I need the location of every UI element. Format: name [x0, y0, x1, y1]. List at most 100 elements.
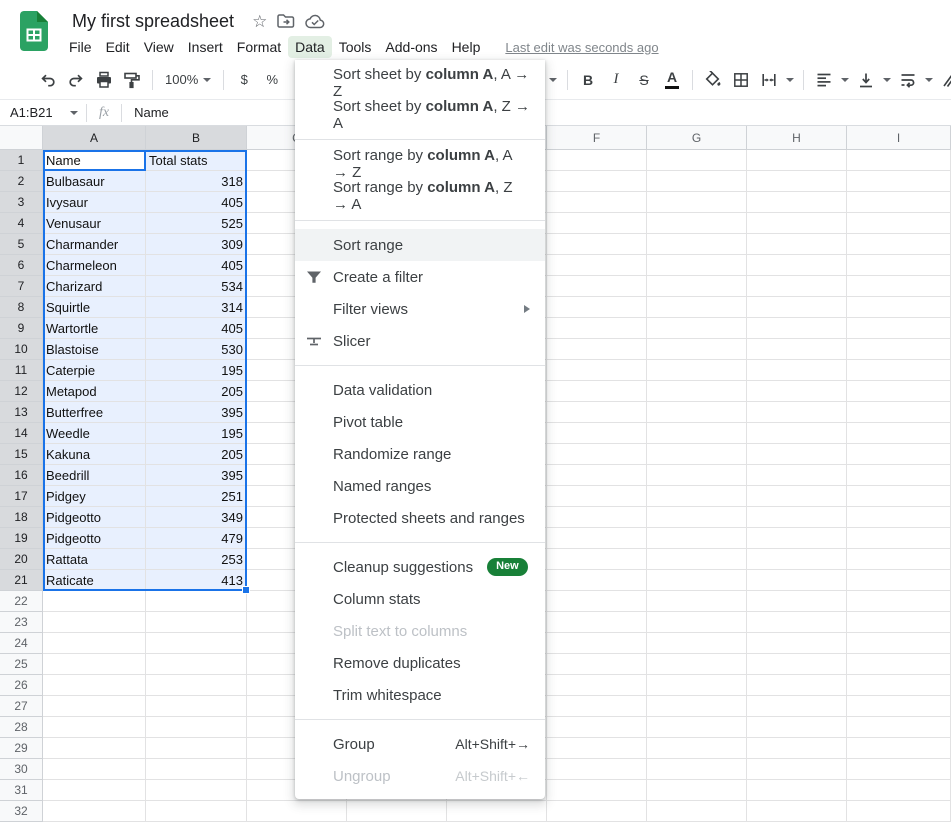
cell-f13[interactable] — [547, 402, 647, 423]
row-header-22[interactable]: 22 — [0, 591, 43, 612]
cell-h32[interactable] — [747, 801, 847, 822]
cell-f22[interactable] — [547, 591, 647, 612]
cell-f24[interactable] — [547, 633, 647, 654]
vertical-align-caret[interactable] — [880, 66, 894, 94]
cell-a5[interactable]: Charmander — [43, 234, 146, 255]
menu-item-named-ranges[interactable]: Named ranges — [295, 470, 545, 502]
row-header-29[interactable]: 29 — [0, 738, 43, 759]
menu-item-sort-sheet-by-column-a-a-z[interactable]: Sort sheet by column A, A → Z — [295, 67, 545, 99]
cell-i4[interactable] — [847, 213, 951, 234]
cell-f8[interactable] — [547, 297, 647, 318]
cell-i16[interactable] — [847, 465, 951, 486]
cell-b22[interactable] — [146, 591, 247, 612]
cell-g5[interactable] — [647, 234, 747, 255]
move-to-folder-icon[interactable] — [277, 13, 295, 29]
row-header-11[interactable]: 11 — [0, 360, 43, 381]
cell-a13[interactable]: Butterfree — [43, 402, 146, 423]
merge-cells-caret[interactable] — [783, 66, 797, 94]
star-icon[interactable]: ☆ — [252, 13, 267, 30]
cell-g23[interactable] — [647, 612, 747, 633]
cell-h25[interactable] — [747, 654, 847, 675]
cell-h29[interactable] — [747, 738, 847, 759]
sheets-logo-icon[interactable] — [20, 11, 48, 51]
font-dropdown-caret[interactable] — [545, 66, 561, 94]
cell-i18[interactable] — [847, 507, 951, 528]
cell-a1[interactable]: Name — [43, 150, 146, 171]
menubar-item-file[interactable]: File — [62, 36, 99, 58]
cell-i30[interactable] — [847, 759, 951, 780]
cell-f29[interactable] — [547, 738, 647, 759]
cell-g28[interactable] — [647, 717, 747, 738]
cell-f7[interactable] — [547, 276, 647, 297]
menubar-item-format[interactable]: Format — [230, 36, 288, 58]
row-header-26[interactable]: 26 — [0, 675, 43, 696]
text-rotation-button[interactable] — [936, 66, 951, 94]
cell-h17[interactable] — [747, 486, 847, 507]
menu-item-protected-sheets-and-ranges[interactable]: Protected sheets and ranges — [295, 502, 545, 534]
cell-g1[interactable] — [647, 150, 747, 171]
cell-i21[interactable] — [847, 570, 951, 591]
zoom-select[interactable]: 100% — [159, 72, 217, 87]
cell-h24[interactable] — [747, 633, 847, 654]
cell-b10[interactable]: 530 — [146, 339, 247, 360]
menu-item-column-stats[interactable]: Column stats — [295, 583, 545, 615]
name-box[interactable]: A1:B21 — [0, 105, 86, 120]
cell-f30[interactable] — [547, 759, 647, 780]
cell-b16[interactable]: 395 — [146, 465, 247, 486]
horizontal-align-caret[interactable] — [838, 66, 852, 94]
cell-c32[interactable] — [247, 801, 347, 822]
cell-i9[interactable] — [847, 318, 951, 339]
cell-h9[interactable] — [747, 318, 847, 339]
cell-a23[interactable] — [43, 612, 146, 633]
cell-f19[interactable] — [547, 528, 647, 549]
menu-item-data-validation[interactable]: Data validation — [295, 374, 545, 406]
row-header-17[interactable]: 17 — [0, 486, 43, 507]
paint-format-button[interactable] — [118, 66, 146, 94]
italic-button[interactable]: I — [602, 66, 630, 94]
print-button[interactable] — [90, 66, 118, 94]
cell-h19[interactable] — [747, 528, 847, 549]
menu-item-trim-whitespace[interactable]: Trim whitespace — [295, 679, 545, 711]
cell-g14[interactable] — [647, 423, 747, 444]
cell-f26[interactable] — [547, 675, 647, 696]
cell-g17[interactable] — [647, 486, 747, 507]
cell-g4[interactable] — [647, 213, 747, 234]
menu-item-filter-views[interactable]: Filter views — [295, 293, 545, 325]
cell-i6[interactable] — [847, 255, 951, 276]
cell-f4[interactable] — [547, 213, 647, 234]
cell-i31[interactable] — [847, 780, 951, 801]
cell-f14[interactable] — [547, 423, 647, 444]
cell-a6[interactable]: Charmeleon — [43, 255, 146, 276]
cell-b4[interactable]: 525 — [146, 213, 247, 234]
cell-i7[interactable] — [847, 276, 951, 297]
menu-item-pivot-table[interactable]: Pivot table — [295, 406, 545, 438]
cell-f32[interactable] — [547, 801, 647, 822]
row-header-30[interactable]: 30 — [0, 759, 43, 780]
cell-i15[interactable] — [847, 444, 951, 465]
cell-h12[interactable] — [747, 381, 847, 402]
row-header-13[interactable]: 13 — [0, 402, 43, 423]
cell-h2[interactable] — [747, 171, 847, 192]
cell-b9[interactable]: 405 — [146, 318, 247, 339]
borders-button[interactable] — [727, 66, 755, 94]
cell-i27[interactable] — [847, 696, 951, 717]
cell-f2[interactable] — [547, 171, 647, 192]
text-color-button[interactable]: A — [658, 66, 686, 94]
cell-d32[interactable] — [347, 801, 447, 822]
cell-h23[interactable] — [747, 612, 847, 633]
cell-i25[interactable] — [847, 654, 951, 675]
cell-i28[interactable] — [847, 717, 951, 738]
cell-f17[interactable] — [547, 486, 647, 507]
cell-f15[interactable] — [547, 444, 647, 465]
cell-a18[interactable]: Pidgeotto — [43, 507, 146, 528]
cell-h22[interactable] — [747, 591, 847, 612]
cell-g13[interactable] — [647, 402, 747, 423]
cell-g21[interactable] — [647, 570, 747, 591]
fill-handle[interactable] — [242, 586, 250, 594]
cell-g24[interactable] — [647, 633, 747, 654]
menubar-item-help[interactable]: Help — [445, 36, 488, 58]
cell-i29[interactable] — [847, 738, 951, 759]
cell-i23[interactable] — [847, 612, 951, 633]
row-header-25[interactable]: 25 — [0, 654, 43, 675]
cell-i10[interactable] — [847, 339, 951, 360]
